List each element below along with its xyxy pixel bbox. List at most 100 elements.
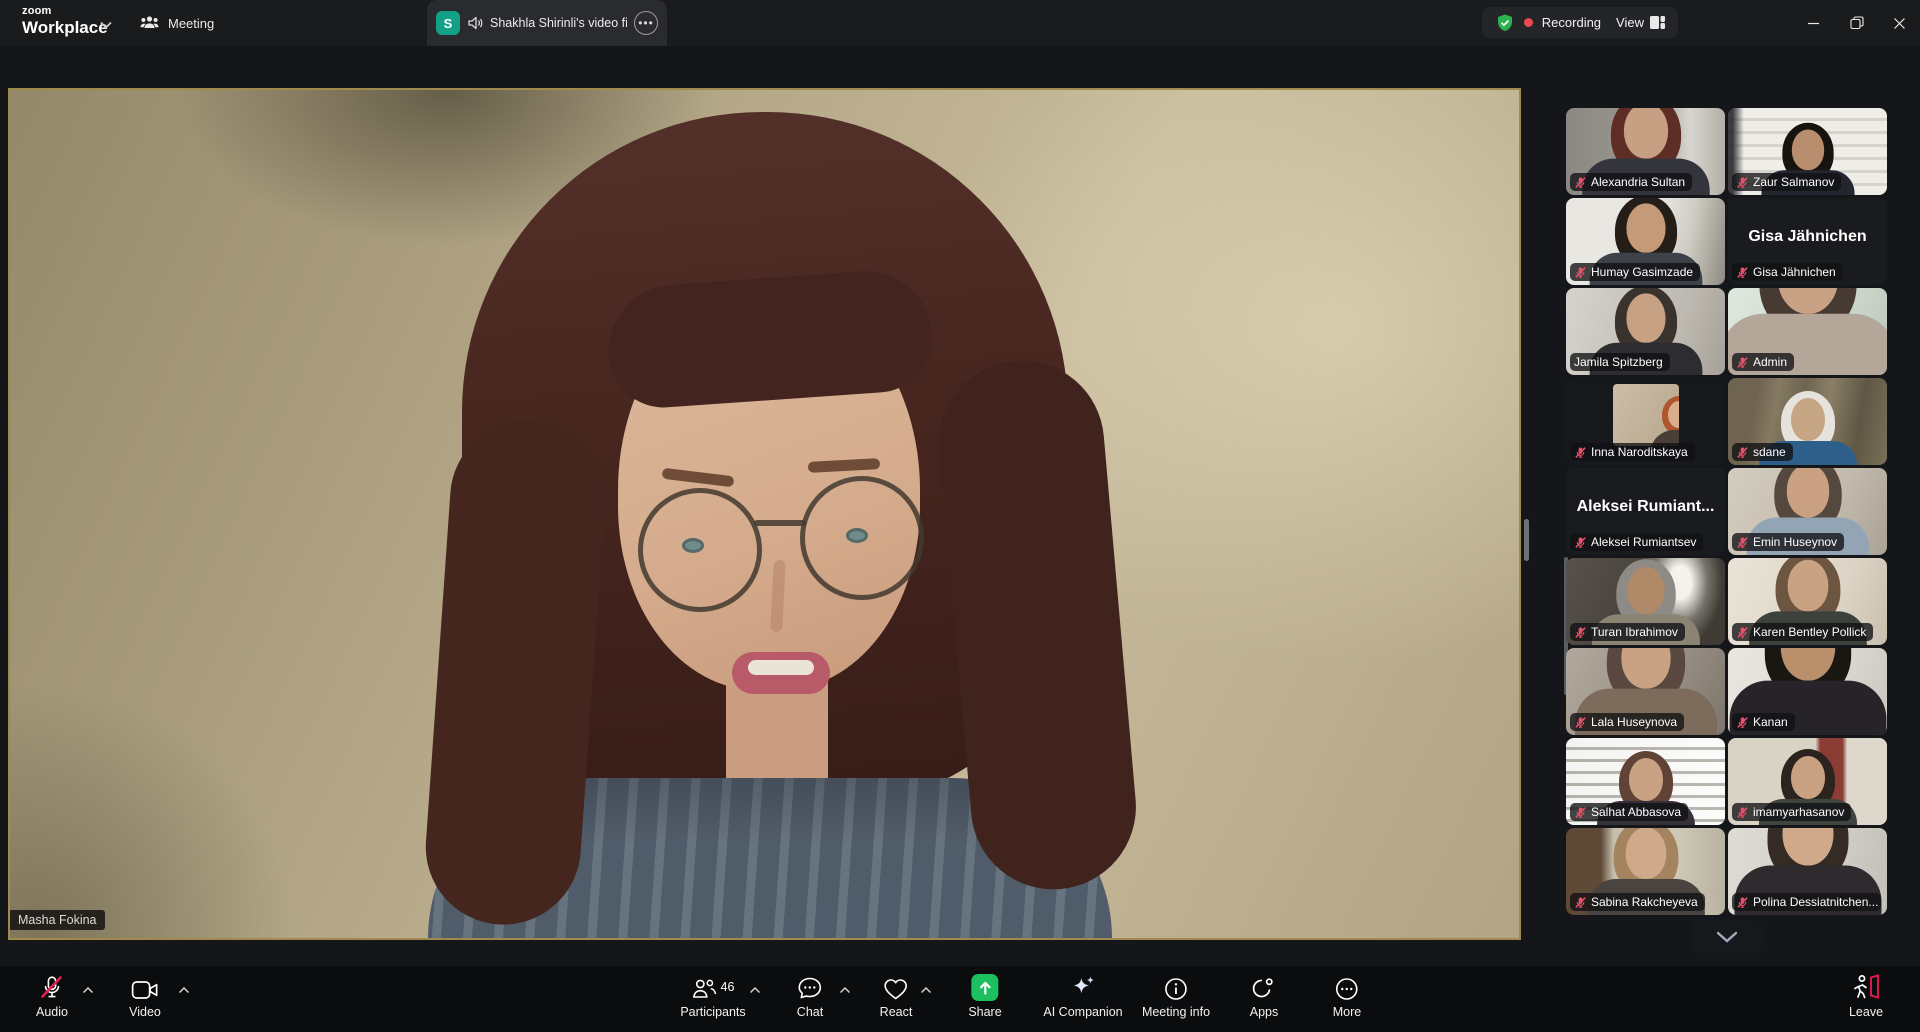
participant-tile[interactable]: Turan Ibrahimov xyxy=(1566,558,1725,645)
window-restore-button[interactable] xyxy=(1838,0,1876,46)
mic-muted-icon xyxy=(1736,446,1749,459)
leave-label: Leave xyxy=(1849,1005,1883,1019)
panel-resize-handle[interactable] xyxy=(1524,519,1529,561)
participant-name-tag: Alexandria Sultan xyxy=(1570,173,1692,191)
share-label: Share xyxy=(968,1005,1001,1019)
mic-muted-icon xyxy=(1736,716,1749,729)
meeting-toolbar: Audio Video 46 Participants Chat React S… xyxy=(0,966,1920,1032)
participant-tile[interactable]: Salhat Abbasova xyxy=(1566,738,1725,825)
view-grid-icon xyxy=(1650,16,1665,29)
meeting-info-button[interactable]: Meeting info xyxy=(1142,974,1210,1019)
participant-name: Inna Naroditskaya xyxy=(1591,445,1688,459)
participant-name: Lala Huseynova xyxy=(1591,715,1677,729)
more-button[interactable]: More xyxy=(1333,974,1361,1019)
participant-name: imamyarhasanov xyxy=(1753,805,1844,819)
participant-tile[interactable]: Zaur Salmanov xyxy=(1728,108,1887,195)
participant-name: Polina Dessiatnitchen... xyxy=(1753,895,1878,909)
video-options-chevron[interactable] xyxy=(179,981,190,999)
participants-icon: 46 xyxy=(692,974,735,1001)
tab-meeting[interactable]: Meeting xyxy=(130,0,224,46)
mic-muted-icon xyxy=(1736,356,1749,369)
mic-muted-icon xyxy=(1574,806,1587,819)
view-button[interactable]: View xyxy=(1616,15,1665,30)
meeting-info-label: Meeting info xyxy=(1142,1005,1210,1019)
participant-tile[interactable]: Jamila Spitzberg xyxy=(1566,288,1725,375)
security-shield-icon[interactable] xyxy=(1495,13,1515,33)
participant-tile[interactable]: Lala Huseynova xyxy=(1566,648,1725,735)
participant-tile[interactable]: Karen Bentley Pollick xyxy=(1728,558,1887,645)
participant-name-tag: Zaur Salmanov xyxy=(1732,173,1841,191)
mic-muted-icon xyxy=(1574,716,1587,729)
mic-muted-icon xyxy=(1574,176,1587,189)
heart-icon xyxy=(883,974,909,1001)
mic-muted-icon xyxy=(39,974,65,1001)
participant-tile[interactable]: Emin Huseynov xyxy=(1728,468,1887,555)
participant-name: Humay Gasimzade xyxy=(1591,265,1693,279)
speaker-bangs xyxy=(604,267,936,411)
participant-tile[interactable]: Inna Naroditskaya xyxy=(1566,378,1725,465)
participant-name: Karen Bentley Pollick xyxy=(1753,625,1866,639)
chat-options-chevron[interactable] xyxy=(840,981,851,999)
scroll-more-participants-button[interactable] xyxy=(1690,920,1764,953)
participant-tile[interactable]: Gisa Jähnichen Gisa Jähnichen xyxy=(1728,198,1887,285)
participants-button[interactable]: 46 Participants xyxy=(680,974,745,1019)
participant-tile[interactable]: Polina Dessiatnitchen... xyxy=(1728,828,1887,915)
mic-muted-icon xyxy=(1736,266,1749,279)
participant-name: Admin xyxy=(1753,355,1787,369)
chat-button[interactable]: Chat xyxy=(797,974,823,1019)
tab-app-badge: S xyxy=(436,11,460,35)
participant-tile[interactable]: imamyarhasanov xyxy=(1728,738,1887,825)
view-label: View xyxy=(1616,15,1644,30)
zoom-workplace-logo: zoom Workplace xyxy=(22,6,108,36)
active-speaker-video[interactable]: Masha Fokina xyxy=(8,88,1521,940)
chat-label: Chat xyxy=(797,1005,823,1019)
video-label: Video xyxy=(129,1005,161,1019)
speaker-glasses xyxy=(638,488,762,612)
participant-tile[interactable]: Humay Gasimzade xyxy=(1566,198,1725,285)
participant-name: Zaur Salmanov xyxy=(1753,175,1834,189)
apps-label: Apps xyxy=(1250,1005,1279,1019)
workplace-logo-text: Workplace xyxy=(22,19,108,36)
tab-options-ellipsis-icon[interactable]: ••• xyxy=(634,11,658,35)
mic-muted-icon xyxy=(1574,446,1587,459)
leave-button[interactable]: Leave xyxy=(1849,974,1883,1019)
participants-options-chevron[interactable] xyxy=(750,981,761,999)
ai-companion-label: AI Companion xyxy=(1043,1005,1122,1019)
leave-door-icon xyxy=(1851,974,1881,1001)
participant-tile[interactable]: Sabina Rakcheyeva xyxy=(1566,828,1725,915)
participant-name: Salhat Abbasova xyxy=(1591,805,1681,819)
mic-muted-icon xyxy=(1574,536,1587,549)
share-button[interactable]: Share xyxy=(968,974,1001,1019)
workspace-chevron-down-icon[interactable] xyxy=(100,16,112,34)
speaker-icon xyxy=(467,16,483,30)
meeting-status-pill: Recording View xyxy=(1482,7,1678,38)
ai-companion-button[interactable]: AI Companion xyxy=(1043,974,1122,1019)
participant-name-tag: Turan Ibrahimov xyxy=(1570,623,1685,641)
speaker-name-tag: Masha Fokina xyxy=(10,910,105,930)
participants-strip: Alexandria Sultan Zaur Salmanov Humay Ga… xyxy=(1566,108,1887,915)
participant-tile[interactable]: sdane xyxy=(1728,378,1887,465)
participant-tile[interactable]: Alexandria Sultan xyxy=(1566,108,1725,195)
more-ellipsis-icon xyxy=(1335,974,1359,1001)
video-button[interactable]: Video xyxy=(129,974,161,1019)
mic-muted-icon xyxy=(1736,176,1749,189)
share-screen-icon xyxy=(971,974,998,1001)
window-close-button[interactable] xyxy=(1880,0,1918,46)
camera-icon xyxy=(131,974,159,1001)
audio-options-chevron[interactable] xyxy=(83,981,94,999)
window-minimize-button[interactable] xyxy=(1794,0,1832,46)
participant-tile[interactable]: Admin xyxy=(1728,288,1887,375)
participant-name: Emin Huseynov xyxy=(1753,535,1837,549)
tab-video-file[interactable]: S Shakhla Shirinli's video file ••• xyxy=(427,0,667,46)
zoom-logo-text: zoom xyxy=(22,6,108,17)
participant-name-tag: Inna Naroditskaya xyxy=(1570,443,1695,461)
participant-name-tag: Aleksei Rumiantsev xyxy=(1570,533,1703,551)
ai-companion-sparkle-icon xyxy=(1069,974,1097,1001)
apps-button[interactable]: Apps xyxy=(1250,974,1279,1019)
react-options-chevron[interactable] xyxy=(921,981,932,999)
react-button[interactable]: React xyxy=(880,974,913,1019)
participant-name-tag: imamyarhasanov xyxy=(1732,803,1851,821)
participant-tile[interactable]: Kanan xyxy=(1728,648,1887,735)
audio-button[interactable]: Audio xyxy=(36,974,68,1019)
participant-tile[interactable]: Aleksei Rumiant... Aleksei Rumiantsev xyxy=(1566,468,1725,555)
